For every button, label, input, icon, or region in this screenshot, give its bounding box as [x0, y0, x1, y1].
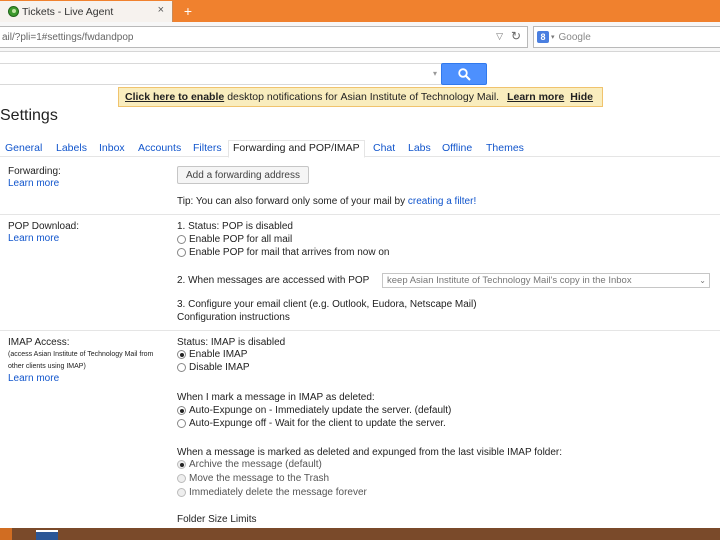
section-divider [0, 330, 720, 331]
tab-labs[interactable]: Labs [408, 142, 431, 154]
tab-filters[interactable]: Filters [193, 142, 222, 154]
tab-inbox[interactable]: Inbox [99, 142, 125, 154]
imap-option-label: Enable IMAP [189, 349, 248, 360]
page-title: Settings [0, 107, 58, 124]
configuration-instructions-link[interactable]: Configuration instructions [177, 312, 290, 323]
imap-learn-more-link[interactable]: Learn more [8, 373, 59, 384]
imap-access-label: IMAP Access: [8, 337, 70, 348]
google-search-icon[interactable]: 8 [537, 31, 549, 43]
forwarding-tip-text: Tip: You can also forward only some of y… [177, 196, 406, 207]
live-agent-favicon-icon [8, 6, 19, 17]
expunge-action-label: Immediately delete the message forever [189, 487, 367, 498]
notice-text: desktop notifications for [227, 91, 338, 103]
auto-expunge-label: Auto-Expunge on - Immediately update the… [189, 405, 452, 416]
auto-expunge-off-option[interactable]: Auto-Expunge off - Wait for the client t… [177, 418, 446, 429]
tab-themes[interactable]: Themes [486, 142, 524, 154]
settings-tabs: General Labels Inbox Accounts Filters Fo… [0, 140, 720, 158]
browser-search-box[interactable]: 8 ▾ Google [533, 26, 720, 48]
pop-option-label: Enable POP for all mail [189, 234, 293, 245]
pop-option-label: Enable POP for mail that arrives from no… [189, 247, 390, 258]
url-text: ail/?pli=1#settings/fwdandpop [2, 31, 134, 43]
chevron-down-icon[interactable]: ▾ [551, 33, 555, 41]
tab-labels[interactable]: Labels [56, 142, 87, 154]
notice-org: Asian Institute of Technology Mail. [340, 91, 500, 103]
tab-general[interactable]: General [5, 142, 42, 154]
reload-icon[interactable]: ↻ [511, 29, 521, 43]
imap-note: (access Asian Institute of Technology Ma… [8, 349, 153, 373]
imap-expunged-heading: When a message is marked as deleted and … [177, 447, 563, 458]
create-filter-link[interactable]: creating a filter! [408, 196, 476, 207]
imap-deleted-heading: When I mark a message in IMAP as deleted… [177, 392, 375, 403]
tab-forwarding-pop-imap[interactable]: Forwarding and POP/IMAP [228, 140, 365, 158]
magnifier-icon [458, 68, 471, 81]
auto-expunge-on-option[interactable]: Auto-Expunge on - Immediately update the… [177, 405, 451, 416]
forwarding-label: Forwarding: [8, 166, 61, 177]
section-divider [0, 214, 720, 215]
add-forwarding-address-button[interactable]: Add a forwarding address [177, 166, 309, 184]
expunge-action-label: Archive the message (default) [189, 459, 322, 470]
auto-expunge-label: Auto-Expunge off - Wait for the client t… [189, 418, 446, 429]
browser-tab[interactable]: Tickets - Live Agent × [0, 1, 173, 22]
pop-status: 1. Status: POP is disabled [177, 221, 293, 232]
notice-learn-more-link[interactable]: Learn more [507, 91, 564, 103]
pop-step2-label: 2. When messages are accessed with POP [177, 275, 370, 286]
plus-icon[interactable]: + [178, 1, 198, 21]
radio-button[interactable] [177, 363, 186, 372]
pop-action-select[interactable]: keep Asian Institute of Technology Mail'… [382, 273, 710, 288]
notice-hide-link[interactable]: Hide [570, 91, 593, 103]
browser-tab-strip: Tickets - Live Agent × + [0, 0, 720, 22]
desktop-notification-banner: Click here to enable desktop notificatio… [118, 87, 603, 107]
pop-download-label: POP Download: [8, 221, 79, 232]
pop-learn-more-link[interactable]: Learn more [8, 233, 59, 244]
imap-option-enable[interactable]: Enable IMAP [177, 349, 247, 360]
radio-button[interactable] [177, 488, 186, 497]
imap-note-line: (access Asian Institute of Technology Ma… [8, 351, 154, 358]
word-taskbar-icon[interactable] [36, 530, 58, 540]
imap-note-line: other clients using IMAP) [8, 363, 86, 370]
enable-notifications-link[interactable]: Click here to enable [125, 91, 224, 103]
radio-button[interactable] [177, 474, 186, 483]
pop-action-selected: keep Asian Institute of Technology Mail'… [387, 275, 632, 286]
tab-title: Tickets - Live Agent [22, 5, 114, 18]
imap-option-disable[interactable]: Disable IMAP [177, 362, 250, 373]
tab-offline[interactable]: Offline [442, 142, 472, 154]
os-taskbar [0, 528, 720, 540]
radio-button[interactable] [177, 419, 186, 428]
mail-search-button[interactable] [441, 63, 487, 85]
radio-button[interactable] [177, 248, 186, 257]
browser-navbar: ail/?pli=1#settings/fwdandpop ▽ ↻ 8 ▾ Go… [0, 22, 720, 52]
imap-status: Status: IMAP is disabled [177, 337, 286, 348]
chevron-down-icon: ⌄ [699, 276, 706, 285]
pop-step3-label: 3. Configure your email client (e.g. Out… [177, 299, 477, 310]
forwarding-learn-more-link[interactable]: Learn more [8, 178, 59, 189]
folder-size-limits-heading: Folder Size Limits [177, 514, 257, 525]
start-button-icon[interactable] [0, 528, 12, 540]
pop-option-from-now[interactable]: Enable POP for mail that arrives from no… [177, 247, 389, 258]
close-icon[interactable]: × [158, 4, 164, 16]
mail-search-input[interactable]: ▾ [0, 63, 442, 85]
radio-button[interactable] [177, 406, 186, 415]
move-to-trash-option[interactable]: Move the message to the Trash [177, 473, 329, 484]
radio-button[interactable] [177, 460, 186, 469]
tab-chat[interactable]: Chat [373, 142, 395, 154]
pop-option-all-mail[interactable]: Enable POP for all mail [177, 234, 292, 245]
dropdown-icon[interactable]: ▽ [496, 31, 503, 42]
tab-accounts[interactable]: Accounts [138, 142, 181, 154]
archive-message-option[interactable]: Archive the message (default) [177, 459, 322, 470]
radio-button[interactable] [177, 350, 186, 359]
search-engine-placeholder: Google [558, 31, 591, 43]
url-bar[interactable]: ail/?pli=1#settings/fwdandpop ▽ ↻ [0, 26, 528, 48]
search-options-caret-icon[interactable]: ▾ [433, 69, 437, 78]
imap-option-label: Disable IMAP [189, 362, 250, 373]
expunge-action-label: Move the message to the Trash [189, 473, 330, 484]
delete-forever-option[interactable]: Immediately delete the message forever [177, 487, 367, 498]
radio-button[interactable] [177, 235, 186, 244]
forwarding-tip: Tip: You can also forward only some of y… [177, 196, 476, 207]
